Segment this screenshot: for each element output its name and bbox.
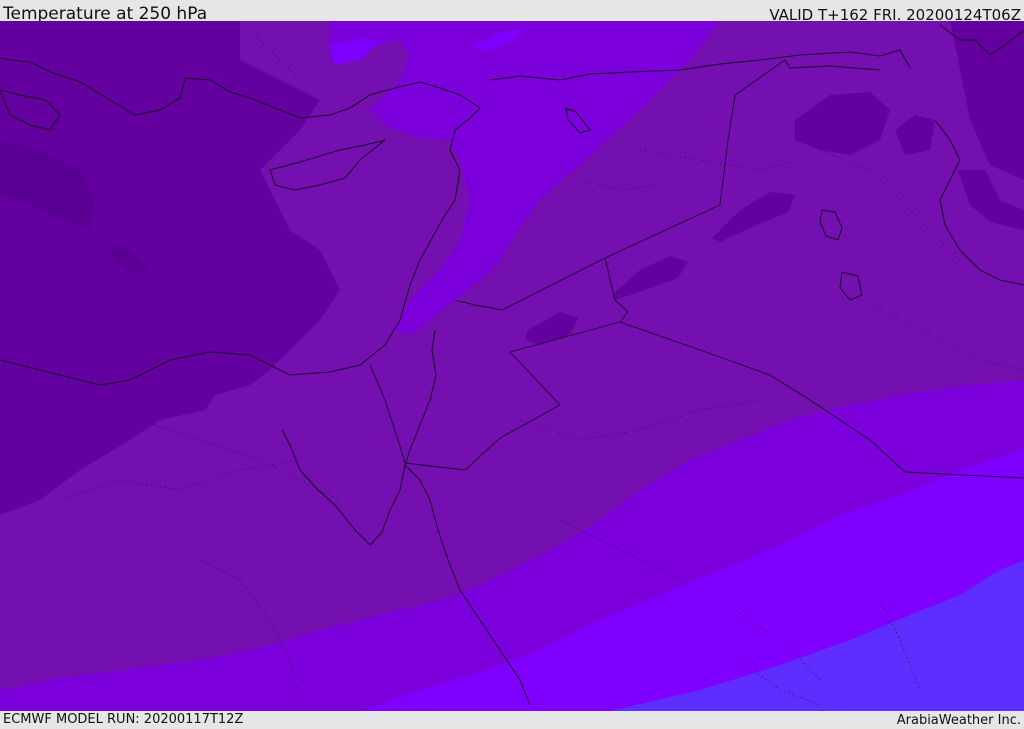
- credit-label: ArabiaWeather Inc.: [896, 713, 1021, 728]
- footer-bar: ECMWF MODEL RUN: 20200117T12Z ArabiaWeat…: [0, 711, 1024, 729]
- map-canvas: [0, 21, 1024, 711]
- header-bar: Temperature at 250 hPa VALID T+162 FRI. …: [0, 0, 1024, 24]
- temperature-map[interactable]: [0, 21, 1024, 711]
- model-run-label: ECMWF MODEL RUN: 20200117T12Z: [3, 712, 244, 727]
